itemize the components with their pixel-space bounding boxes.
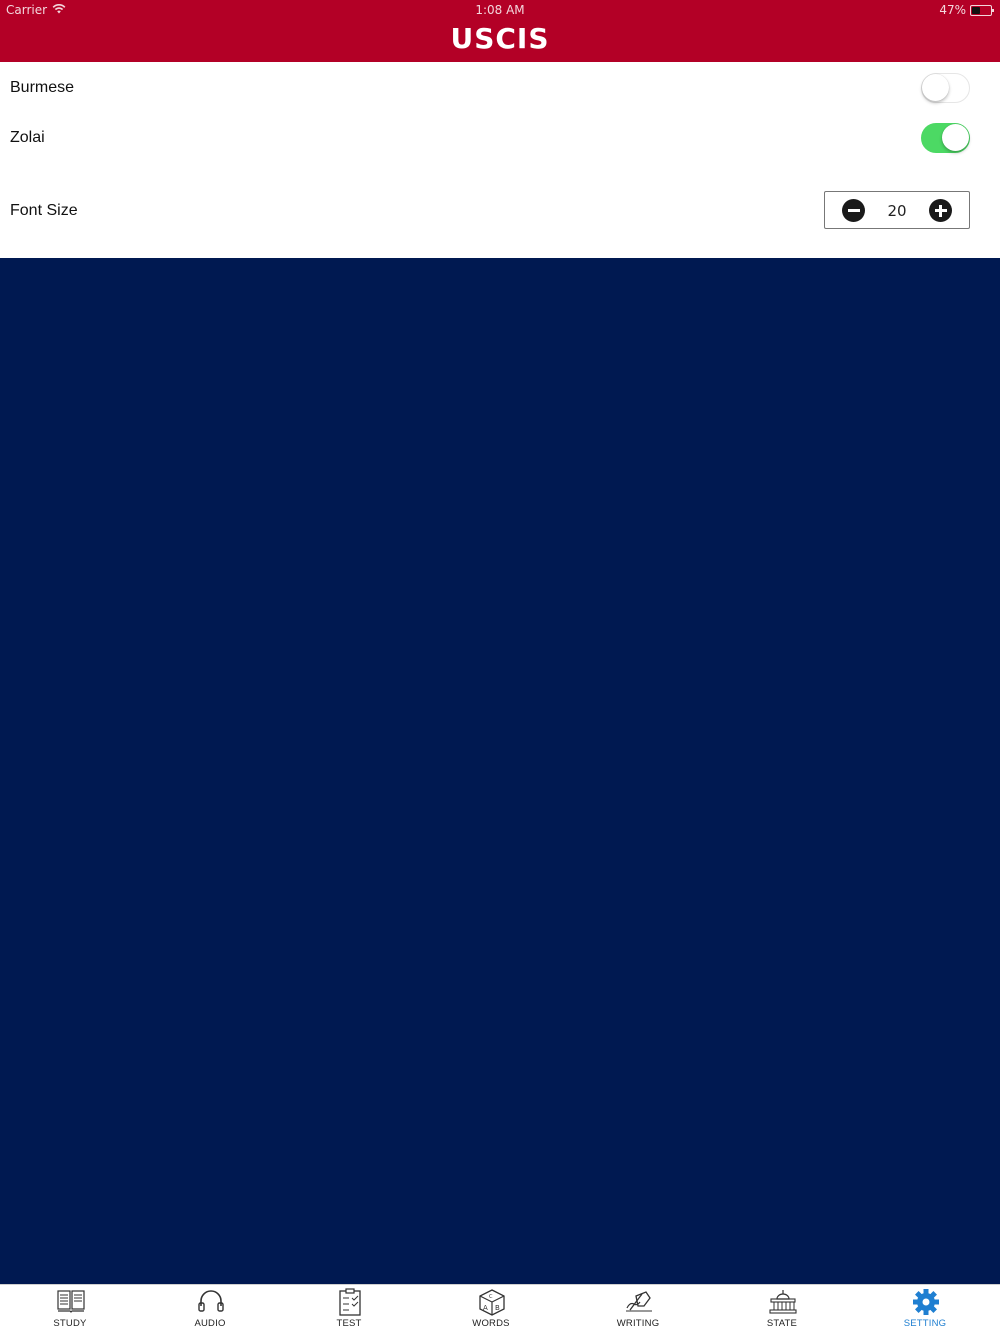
tab-label: AUDIO	[194, 1318, 226, 1329]
book-icon	[57, 1290, 85, 1313]
page-title: USCIS	[450, 22, 550, 55]
svg-text:B: B	[495, 1304, 500, 1312]
setting-row-burmese: Burmese	[0, 62, 1000, 112]
tab-label: SETTING	[903, 1318, 947, 1329]
zolai-label: Zolai	[10, 129, 45, 146]
status-time: 1:08 AM	[475, 3, 525, 17]
setting-row-zolai: Zolai	[0, 112, 1000, 162]
battery-percent: 47%	[939, 3, 966, 17]
tab-label: WORDS	[472, 1318, 510, 1329]
tab-test[interactable]: TEST	[304, 1285, 394, 1335]
hand-writing-icon	[626, 1291, 652, 1312]
tab-audio[interactable]: AUDIO	[165, 1285, 255, 1335]
status-battery: 47%	[939, 3, 994, 17]
gear-icon	[913, 1289, 939, 1315]
app-header: Carrier 1:08 AM 47% USCIS	[0, 0, 1000, 62]
font-size-label: Font Size	[10, 202, 78, 219]
tab-label: STUDY	[53, 1318, 87, 1329]
headphones-icon	[198, 1290, 224, 1312]
burmese-label: Burmese	[10, 79, 75, 96]
tab-words[interactable]: A B C WORDS	[446, 1285, 536, 1335]
tab-state[interactable]: STATE	[737, 1285, 827, 1335]
zolai-toggle[interactable]	[921, 123, 970, 153]
clipboard-icon	[339, 1288, 361, 1316]
battery-icon	[970, 4, 994, 16]
tab-setting[interactable]: SETTING	[880, 1285, 970, 1335]
tab-study[interactable]: STUDY	[25, 1285, 115, 1335]
increase-font-button[interactable]	[929, 199, 952, 222]
content-background	[0, 258, 1000, 1284]
toggle-knob	[942, 124, 969, 151]
font-size-stepper: 20	[824, 191, 970, 229]
capitol-building-icon	[769, 1290, 797, 1314]
abc-cube-icon: A B C	[479, 1289, 505, 1316]
tab-label: STATE	[766, 1318, 798, 1329]
tab-writing[interactable]: WRITING	[593, 1285, 683, 1335]
burmese-toggle[interactable]	[921, 73, 970, 103]
svg-text:C: C	[489, 1294, 493, 1300]
svg-text:A: A	[483, 1304, 488, 1312]
settings-panel: Burmese Zolai Font Size 20	[0, 62, 1000, 258]
toggle-knob	[922, 74, 949, 101]
tab-bar: STUDY AUDIO TEST A B C WORDS WRITING STA…	[0, 1284, 1000, 1334]
tab-label: TEST	[336, 1318, 362, 1329]
tab-label: WRITING	[616, 1318, 660, 1329]
